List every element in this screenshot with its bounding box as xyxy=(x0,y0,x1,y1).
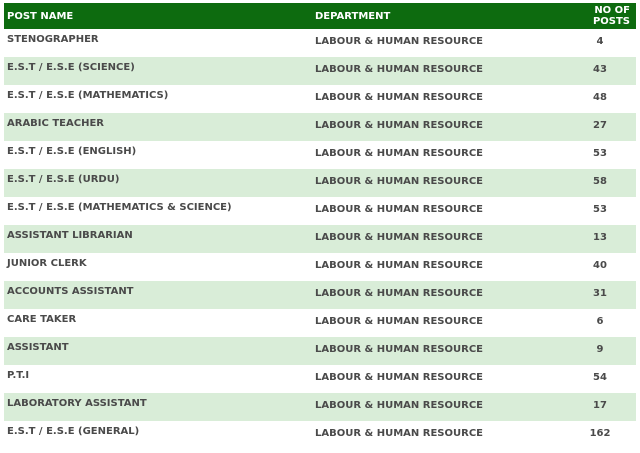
cell-post-name: E.S.T / E.S.E (URDU) xyxy=(4,169,312,197)
cell-post-name: CARE TAKER xyxy=(4,309,312,337)
table-row: LABORATORY ASSISTANT LABOUR & HUMAN RESOU… xyxy=(4,393,636,421)
header-row: POST NAME DEPARTMENT NO OF POSTS xyxy=(4,3,636,29)
cell-no-of-posts: 58 xyxy=(552,169,636,197)
cell-no-of-posts: 48 xyxy=(552,85,636,113)
cell-no-of-posts: 27 xyxy=(552,113,636,141)
cell-no-of-posts: 162 xyxy=(552,421,636,449)
table-row: E.S.T / E.S.E (URDU) LABOUR & HUMAN RESOU… xyxy=(4,169,636,197)
cell-department: LABOUR & HUMAN RESOURCE xyxy=(312,29,552,57)
table-row: E.S.T / E.S.E (ENGLISH) LABOUR & HUMAN RE… xyxy=(4,141,636,169)
table-row: E.S.T / E.S.E (SCIENCE) LABOUR & HUMAN RE… xyxy=(4,57,636,85)
cell-no-of-posts: 40 xyxy=(552,253,636,281)
cell-department: LABOUR & HUMAN RESOURCE xyxy=(312,225,552,253)
cell-post-name: E.S.T / E.S.E (MATHEMATICS) xyxy=(4,85,312,113)
table-row: E.S.T / E.S.E (MATHEMATICS & SCIENCE) LAB… xyxy=(4,197,636,225)
table-row: ARABIC TEACHER LABOUR & HUMAN RESOURCE 27 xyxy=(4,113,636,141)
table-row: ASSISTANT LABOUR & HUMAN RESOURCE 9 xyxy=(4,337,636,365)
cell-department: LABOUR & HUMAN RESOURCE xyxy=(312,169,552,197)
cell-no-of-posts: 54 xyxy=(552,365,636,393)
cell-department: LABOUR & HUMAN RESOURCE xyxy=(312,253,552,281)
cell-department: LABOUR & HUMAN RESOURCE xyxy=(312,57,552,85)
table-row: JUNIOR CLERK LABOUR & HUMAN RESOURCE 40 xyxy=(4,253,636,281)
cell-post-name: E.S.T / E.S.E (SCIENCE) xyxy=(4,57,312,85)
cell-post-name: ARABIC TEACHER xyxy=(4,113,312,141)
header-post-name: POST NAME xyxy=(4,3,312,29)
cell-post-name: ASSISTANT xyxy=(4,337,312,365)
table-row: CARE TAKER LABOUR & HUMAN RESOURCE 6 xyxy=(4,309,636,337)
cell-no-of-posts: 17 xyxy=(552,393,636,421)
cell-department: LABOUR & HUMAN RESOURCE xyxy=(312,421,552,449)
cell-no-of-posts: 13 xyxy=(552,225,636,253)
cell-post-name: E.S.T / E.S.E (ENGLISH) xyxy=(4,141,312,169)
table-row: ASSISTANT LIBRARIAN LABOUR & HUMAN RESOUR… xyxy=(4,225,636,253)
posts-table-container: POST NAME DEPARTMENT NO OF POSTS STENOGR… xyxy=(4,3,636,449)
table-row: E.S.T / E.S.E (GENERAL) LABOUR & HUMAN RE… xyxy=(4,421,636,449)
cell-no-of-posts: 53 xyxy=(552,197,636,225)
cell-no-of-posts: 53 xyxy=(552,141,636,169)
cell-department: LABOUR & HUMAN RESOURCE xyxy=(312,85,552,113)
cell-no-of-posts: 43 xyxy=(552,57,636,85)
cell-no-of-posts: 4 xyxy=(552,29,636,57)
cell-department: LABOUR & HUMAN RESOURCE xyxy=(312,309,552,337)
cell-department: LABOUR & HUMAN RESOURCE xyxy=(312,141,552,169)
cell-department: LABOUR & HUMAN RESOURCE xyxy=(312,393,552,421)
cell-department: LABOUR & HUMAN RESOURCE xyxy=(312,113,552,141)
cell-department: LABOUR & HUMAN RESOURCE xyxy=(312,197,552,225)
cell-post-name: LABORATORY ASSISTANT xyxy=(4,393,312,421)
cell-post-name: JUNIOR CLERK xyxy=(4,253,312,281)
table-row: P.T.I LABOUR & HUMAN RESOURCE 54 xyxy=(4,365,636,393)
table-row: E.S.T / E.S.E (MATHEMATICS) LABOUR & HUMA… xyxy=(4,85,636,113)
table-row: STENOGRAPHER LABOUR & HUMAN RESOURCE 4 xyxy=(4,29,636,57)
cell-post-name: E.S.T / E.S.E (GENERAL) xyxy=(4,421,312,449)
header-no-of-posts: NO OF POSTS xyxy=(552,3,636,29)
cell-post-name: ASSISTANT LIBRARIAN xyxy=(4,225,312,253)
header-department: DEPARTMENT xyxy=(312,3,552,29)
cell-post-name: STENOGRAPHER xyxy=(4,29,312,57)
table-row: ACCOUNTS ASSISTANT LABOUR & HUMAN RESOURC… xyxy=(4,281,636,309)
cell-post-name: P.T.I xyxy=(4,365,312,393)
cell-department: LABOUR & HUMAN RESOURCE xyxy=(312,337,552,365)
table-body: STENOGRAPHER LABOUR & HUMAN RESOURCE 4 E.S.… xyxy=(4,29,636,449)
table-header: POST NAME DEPARTMENT NO OF POSTS xyxy=(4,3,636,29)
cell-post-name: ACCOUNTS ASSISTANT xyxy=(4,281,312,309)
cell-no-of-posts: 9 xyxy=(552,337,636,365)
cell-post-name: E.S.T / E.S.E (MATHEMATICS & SCIENCE) xyxy=(4,197,312,225)
cell-department: LABOUR & HUMAN RESOURCE xyxy=(312,365,552,393)
cell-department: LABOUR & HUMAN RESOURCE xyxy=(312,281,552,309)
posts-table: POST NAME DEPARTMENT NO OF POSTS STENOGR… xyxy=(4,3,636,449)
cell-no-of-posts: 31 xyxy=(552,281,636,309)
cell-no-of-posts: 6 xyxy=(552,309,636,337)
